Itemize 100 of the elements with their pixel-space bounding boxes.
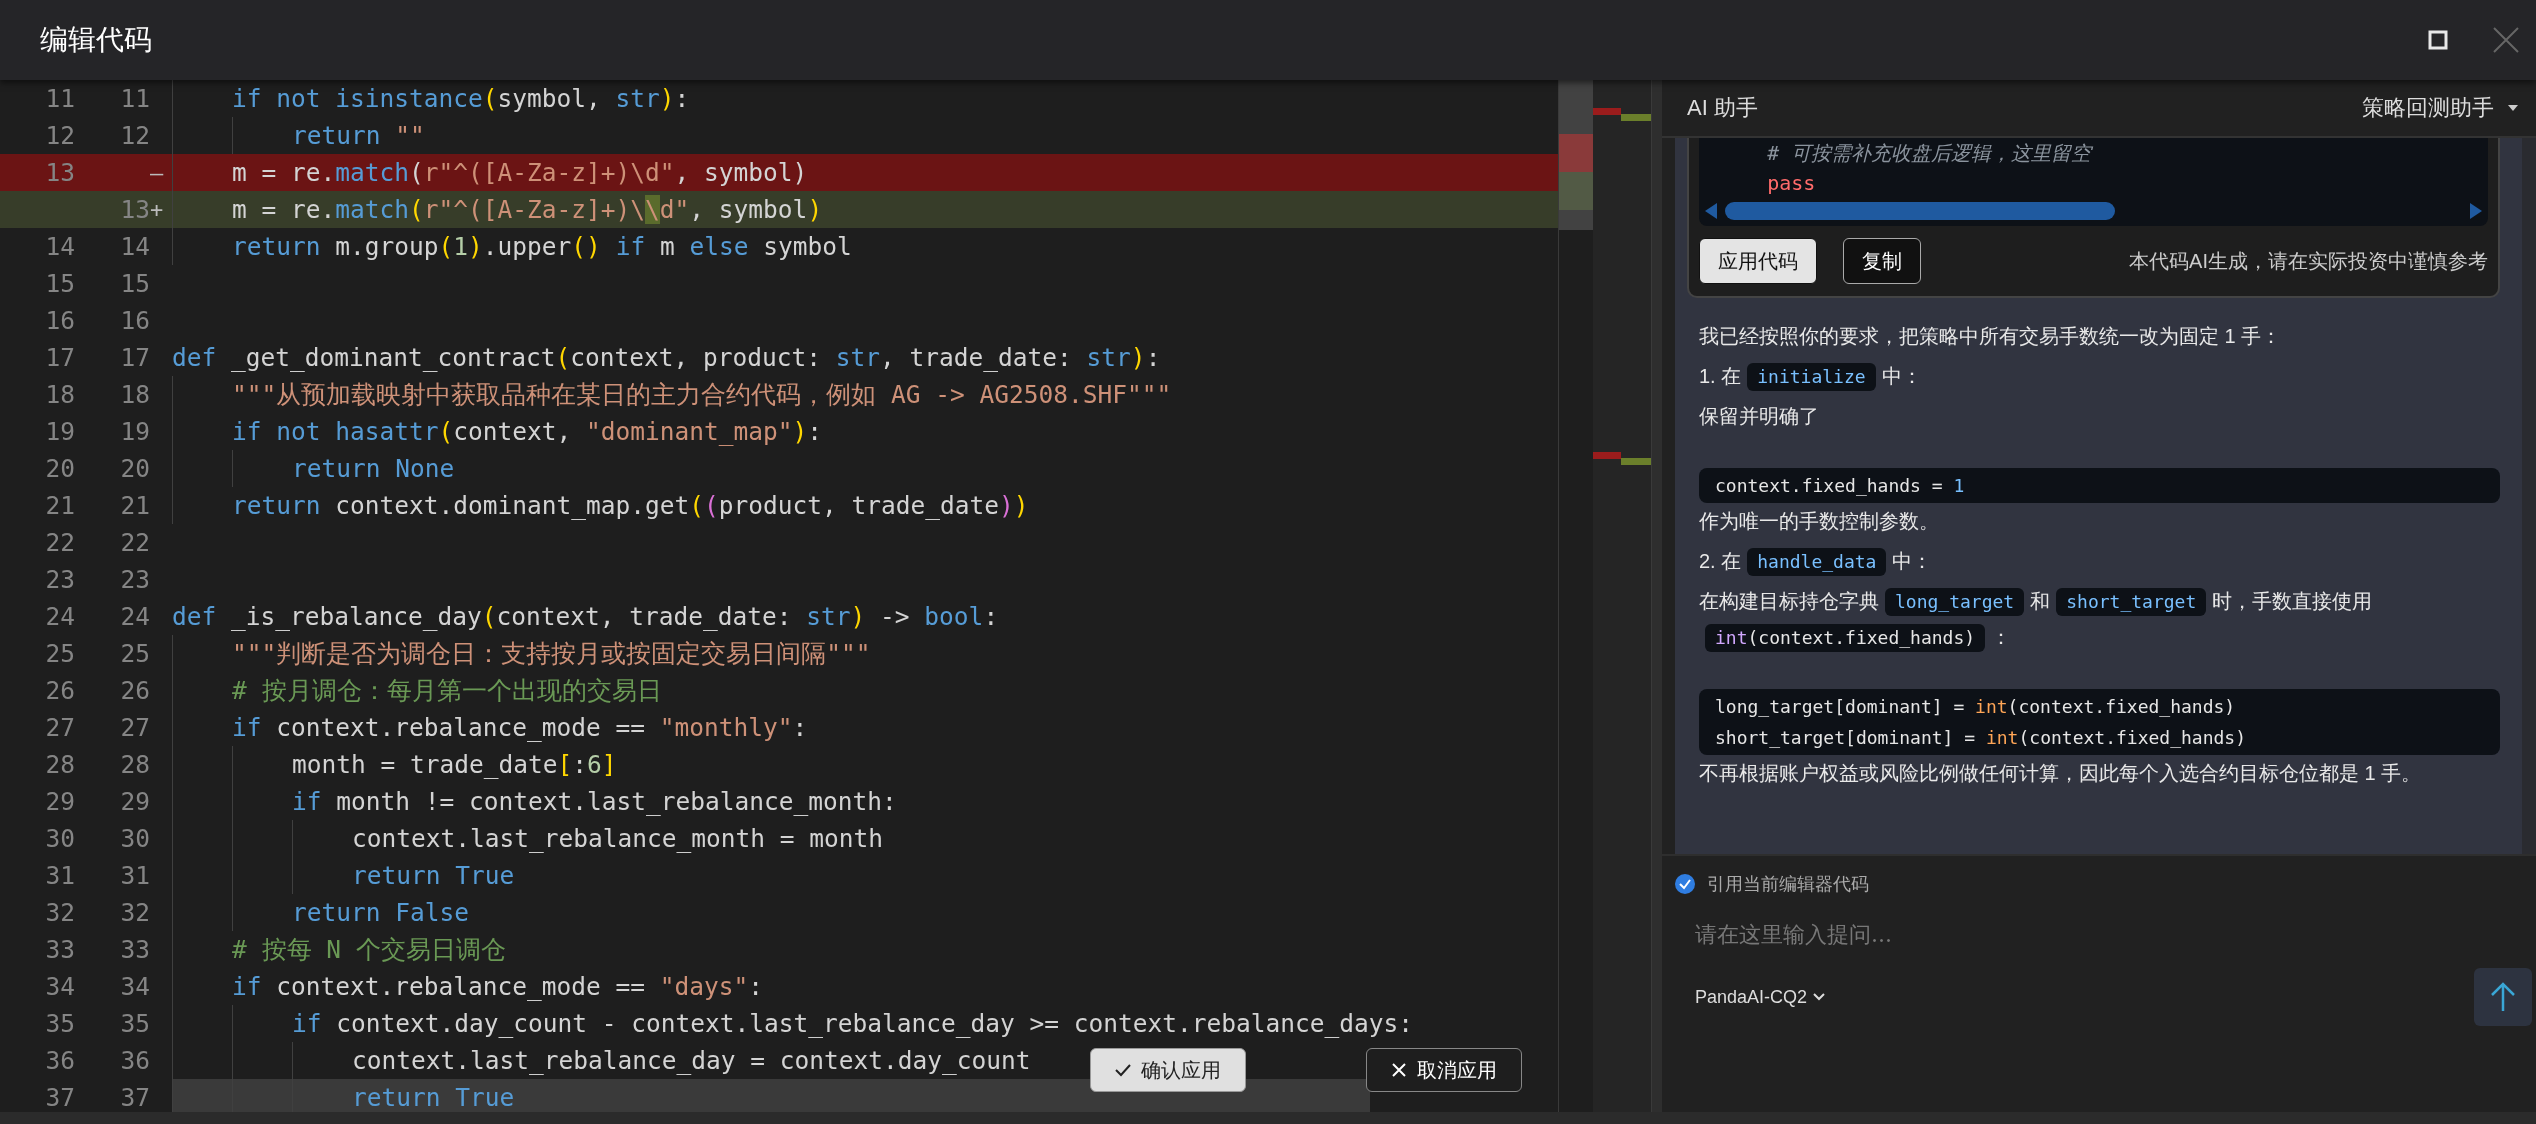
line-number: 23 [45, 565, 75, 594]
line-number: 17 [45, 343, 75, 372]
added-mark [1621, 458, 1651, 465]
code-text: m = re.match(r"^([A-Za-z]+)\\d", symbol) [172, 191, 827, 228]
message-text: 不再根据账户权益或风险比例做任何计算，因此每个入选合约目标仓位都是 1 手。 [1699, 762, 2422, 784]
line-number: 32 [45, 898, 75, 927]
minimap-drawing[interactable] [1559, 80, 1593, 230]
line-number: 33 [120, 935, 150, 964]
line-number: 34 [120, 972, 150, 1001]
line-number: 12 [45, 121, 75, 150]
disclaimer: 本代码AI生成，请在实际投资中谨慎参考 [2129, 248, 2488, 274]
message-text: ： [1991, 626, 2012, 648]
line-number: 37 [45, 1083, 75, 1112]
code-text: if context.rebalance_mode == "days": [172, 968, 768, 1005]
diff-action-button[interactable]: 确认应用 [1090, 1048, 1246, 1092]
scroll-left-icon[interactable] [1705, 203, 1717, 219]
line-number: 23 [120, 565, 150, 594]
line-number: 36 [45, 1046, 75, 1075]
line-number: 16 [120, 306, 150, 335]
line-number: 25 [120, 639, 150, 668]
message-text: 和 [2030, 590, 2051, 612]
close-icon [1391, 1062, 1407, 1078]
line-number: 15 [120, 269, 150, 298]
code-text: return None [172, 450, 459, 487]
code-text: long_target[dominant] = int(context.fixed_hands) [1715, 695, 2237, 719]
question-input[interactable]: 请在这里输入提问... [1675, 914, 2475, 954]
chevron-icon [1813, 993, 1826, 1001]
line-number: 21 [45, 491, 75, 520]
code-text: def _is_rebalance_day(context, trade_date: str) -> bool: [172, 601, 1000, 633]
line-number: 21 [120, 491, 150, 520]
line-number: 26 [45, 676, 75, 705]
mode-dropdown[interactable]: 策略回测助手 [2356, 92, 2524, 124]
code-text: context.last_rebalance_day = context.day_count [172, 1042, 1035, 1079]
line-number: 36 [120, 1046, 150, 1075]
panel-title: AI 助手 [1687, 94, 1758, 122]
line-number: 31 [120, 861, 150, 890]
line-number: 24 [120, 602, 150, 631]
line-number: 19 [120, 417, 150, 446]
diff-action-button[interactable]: 取消应用 [1366, 1048, 1522, 1092]
send-button[interactable] [2474, 968, 2532, 1026]
caret-icon [2508, 105, 2518, 111]
line-number: 14 [120, 232, 150, 261]
code-text: if not isinstance(symbol, str): [172, 80, 694, 117]
horizontal-scrollbar[interactable] [0, 1112, 2536, 1124]
checkbox-label: 引用当前编辑器代码 [1707, 873, 1869, 896]
code-text: context.last_rebalance_month = month [172, 820, 888, 857]
line-number: 27 [120, 713, 150, 742]
inline-code: long_target [1885, 588, 2025, 616]
line-number: 12 [120, 121, 150, 150]
message-text: 作为唯一的手数控制参数。 [1699, 510, 1939, 532]
removed-mark [1593, 108, 1621, 115]
arrow-up-icon [2490, 982, 2516, 1012]
inline-code: initialize [1747, 363, 1876, 391]
code-text: # 按月调仓：每月第一个出现的交易日 [172, 672, 666, 709]
line-number: 14 [45, 232, 75, 261]
window-title: 编辑代码 [40, 23, 152, 57]
line-number: 19 [45, 417, 75, 446]
code-text: if month != context.last_rebalance_month: [172, 783, 901, 820]
code-text: if context.day_count - context.last_rebalance_day >= context.rebalance_days: [172, 1005, 1418, 1042]
code-text: month = trade_date[:6] [172, 746, 621, 783]
line-number: 28 [120, 750, 150, 779]
line-number: 22 [120, 528, 150, 557]
message-text: 时，手数直接使用 [2212, 590, 2373, 612]
line-number: 29 [120, 787, 150, 816]
message-text: 我已经按照你的要求，把策略中所有交易手数统一改为固定 1 手： [1699, 325, 2282, 347]
line-number: 30 [45, 824, 75, 853]
line-number: 13 [120, 195, 150, 224]
code-text: def _get_dominant_contract(context, product: str, trade_date: str): [172, 342, 1162, 374]
checkbox[interactable] [1675, 874, 1695, 894]
scroll-right-icon[interactable] [2470, 203, 2482, 219]
check-icon [1115, 1063, 1131, 1077]
line-number: 18 [120, 380, 150, 409]
line-number: 27 [45, 713, 75, 742]
line-number: 30 [120, 824, 150, 853]
scrollbar-thumb[interactable] [1725, 202, 2115, 220]
line-number: 18 [45, 380, 75, 409]
line-number: 25 [45, 639, 75, 668]
message-text: 2. 在 [1699, 550, 1742, 572]
line-number: 29 [45, 787, 75, 816]
line-number: 34 [45, 972, 75, 1001]
apply-code-button[interactable]: 应用代码 [1699, 238, 1817, 284]
diff-marker: + [150, 197, 164, 222]
line-number: 37 [120, 1083, 150, 1112]
message-text: 保留并明确了 [1699, 405, 1819, 427]
close-icon[interactable] [2492, 26, 2520, 54]
code-text: return context.dominant_map.get((product, trade_date)) [172, 487, 1033, 524]
line-number: 13 [45, 158, 75, 187]
maximize-icon[interactable] [2428, 30, 2448, 50]
line-number: 35 [45, 1009, 75, 1038]
copy-button[interactable]: 复制 [1843, 238, 1921, 284]
code-text: # 按每 N 个交易日调仓 [172, 931, 510, 968]
code-text: if not hasattr(context, "dominant_map"): [172, 413, 827, 450]
code-text: pass [1766, 170, 1817, 197]
code-text: # 可按需补充收盘后逻辑，这里留空 [1766, 140, 2094, 167]
model-selector[interactable]: PandaAI-CQ2 [1675, 985, 1832, 1009]
code-text: return True [172, 857, 519, 894]
line-number: 32 [120, 898, 150, 927]
line-number: 11 [120, 84, 150, 113]
code-text: short_target[dominant] = int(context.fixed_hands) [1715, 726, 2248, 750]
added-mark [1621, 114, 1651, 121]
